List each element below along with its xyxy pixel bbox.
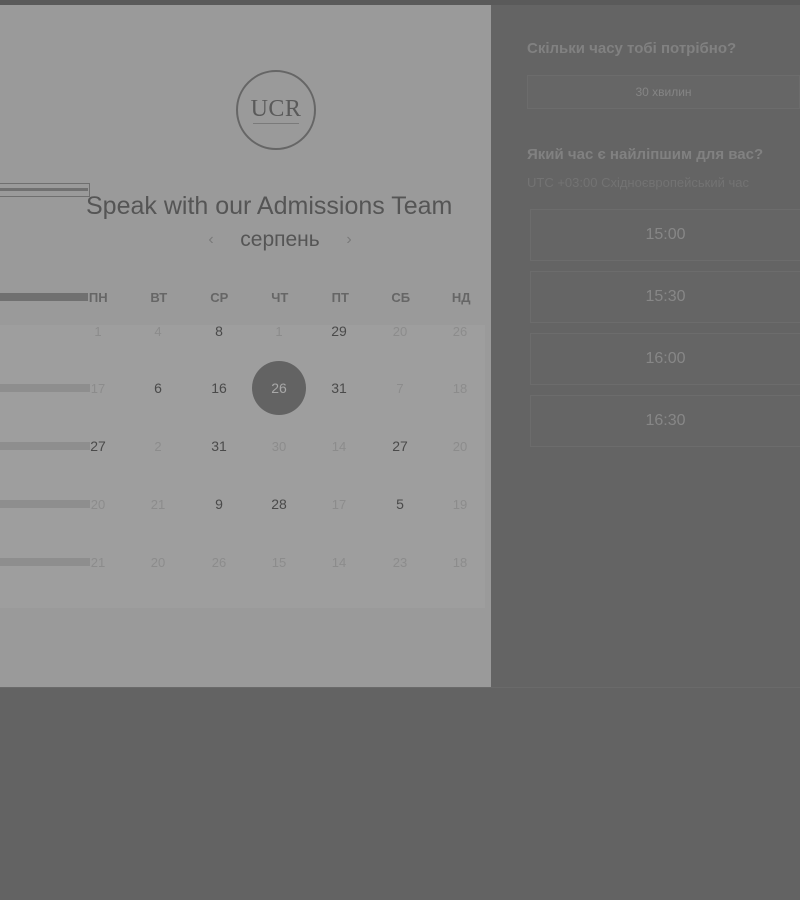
available-day[interactable]: 31 xyxy=(191,418,247,474)
selected-day[interactable]: 26 xyxy=(252,361,306,415)
time-slot-button[interactable]: 16:30 xyxy=(530,395,800,447)
unavailable-day: 26 xyxy=(211,554,227,570)
unavailable-day: 18 xyxy=(452,554,468,570)
time-slot-label: 15:00 xyxy=(645,226,686,243)
unavailable-day: 17 xyxy=(90,380,106,396)
unavailable-day: 1 xyxy=(275,323,283,339)
unavailable-day: 19 xyxy=(452,496,468,512)
logo-subline xyxy=(253,122,299,124)
time-question: Який час є найліпшим для вас? xyxy=(527,146,764,163)
available-day[interactable]: 27 xyxy=(372,418,428,474)
unavailable-day: 20 xyxy=(90,496,106,512)
unavailable-day: 20 xyxy=(150,554,166,570)
unavailable-day: 30 xyxy=(271,438,287,454)
time-slot-label: 16:00 xyxy=(645,350,686,367)
available-day[interactable]: 8 xyxy=(191,303,247,359)
unavailable-day: 21 xyxy=(90,554,106,570)
unavailable-day: 17 xyxy=(331,496,347,512)
logo-text: UCR xyxy=(250,95,302,122)
unavailable-day: 15 xyxy=(271,554,287,570)
month-label: серпень xyxy=(240,228,320,251)
available-day[interactable]: 16 xyxy=(191,360,247,416)
unavailable-day: 2 xyxy=(154,438,162,454)
unavailable-day: 1 xyxy=(94,323,102,339)
duration-value: 30 хвилин xyxy=(635,85,692,99)
timezone-label: UTC +03:00 Східноєвропейський час xyxy=(527,175,749,190)
available-day[interactable]: 29 xyxy=(311,303,367,359)
unavailable-day: 23 xyxy=(392,554,408,570)
duration-question: Скільки часу тобі потрібно? xyxy=(527,40,737,57)
side-element-bar xyxy=(0,188,88,191)
time-slot-label: 15:30 xyxy=(645,288,686,305)
unavailable-day: 14 xyxy=(331,554,347,570)
chevron-right-icon[interactable]: › xyxy=(338,231,360,249)
unavailable-day: 4 xyxy=(154,323,162,339)
available-day[interactable]: 27 xyxy=(70,418,126,474)
duration-select[interactable]: 30 хвилин xyxy=(527,75,800,109)
unavailable-day: 7 xyxy=(396,380,404,396)
time-slot-label: 16:30 xyxy=(645,412,686,429)
unavailable-day: 21 xyxy=(150,496,166,512)
available-day[interactable]: 9 xyxy=(191,476,247,532)
unavailable-day: 14 xyxy=(331,438,347,454)
available-day[interactable]: 5 xyxy=(372,476,428,532)
unavailable-day: 18 xyxy=(452,380,468,396)
time-slot-button[interactable]: 15:00 xyxy=(530,209,800,261)
month-navigator: ‹ серпень › xyxy=(200,226,360,254)
available-day[interactable]: 31 xyxy=(311,360,367,416)
available-day[interactable]: 28 xyxy=(251,476,307,532)
ucr-logo: UCR xyxy=(236,70,316,150)
time-slot-button[interactable]: 15:30 xyxy=(530,271,800,323)
chevron-left-icon[interactable]: ‹ xyxy=(200,231,222,249)
unavailable-day: 26 xyxy=(452,323,468,339)
available-day[interactable]: 6 xyxy=(130,360,186,416)
footer-divider xyxy=(0,687,800,688)
unavailable-day: 20 xyxy=(392,323,408,339)
page-title: Speak with our Admissions Team xyxy=(86,191,453,220)
time-slot-button[interactable]: 16:00 xyxy=(530,333,800,385)
unavailable-day: 20 xyxy=(452,438,468,454)
